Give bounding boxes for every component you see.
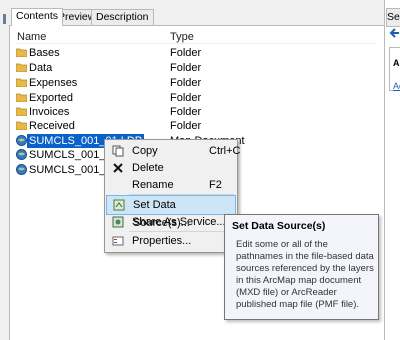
- item-type: Folder: [170, 92, 202, 104]
- properties-icon: [112, 236, 124, 246]
- list-item[interactable]: Data Folder: [16, 61, 376, 75]
- menu-item-properties[interactable]: Properties...: [106, 232, 236, 250]
- delete-icon: [113, 163, 123, 173]
- item-name: Exported: [29, 92, 74, 104]
- list-item[interactable]: Bases Folder: [16, 46, 376, 60]
- menu-shortcut: Ctrl+C: [209, 145, 241, 157]
- search-advanced-link[interactable]: Ad: [393, 81, 400, 91]
- column-header-name[interactable]: Name: [17, 31, 46, 43]
- tab-search[interactable]: Sea: [386, 8, 400, 27]
- list-item[interactable]: Exported Folder: [16, 91, 376, 105]
- tooltip-body: Edit some or all of the pathnames in the…: [236, 239, 374, 310]
- folder-icon: [16, 121, 27, 130]
- tab-contents[interactable]: Contents: [11, 8, 64, 26]
- folder-icon: [16, 93, 27, 102]
- column-header-type[interactable]: Type: [170, 31, 194, 43]
- context-menu: Copy Ctrl+C Delete Rename F2 Set Data So…: [104, 139, 240, 253]
- search-box-letter: A: [393, 58, 400, 68]
- menu-item-delete[interactable]: Delete: [106, 159, 236, 177]
- item-type: Folder: [170, 106, 202, 118]
- menu-label: Properties...: [132, 235, 192, 247]
- header-divider: [16, 43, 376, 44]
- item-type: Folder: [170, 62, 202, 74]
- menu-label: Delete: [132, 162, 164, 174]
- list-item[interactable]: Received Folder: [16, 119, 376, 133]
- menu-shortcut: F2: [209, 179, 222, 191]
- list-item[interactable]: Invoices Folder: [16, 105, 376, 119]
- left-panel-marker: [3, 14, 6, 24]
- set-data-source-icon: [113, 199, 125, 211]
- map-document-icon: [16, 149, 27, 160]
- folder-icon: [16, 107, 27, 116]
- item-type: Folder: [170, 47, 202, 59]
- item-name: Bases: [29, 47, 60, 59]
- item-name: Data: [29, 62, 53, 74]
- item-type: Folder: [170, 77, 202, 89]
- menu-item-set-data-source[interactable]: Set Data Source(s)...: [106, 195, 236, 229]
- menu-item-copy[interactable]: Copy Ctrl+C: [106, 142, 240, 160]
- tab-description[interactable]: Description: [91, 9, 154, 25]
- item-name: Expenses: [29, 77, 78, 89]
- back-arrow-icon[interactable]: [389, 27, 400, 39]
- item-name: Received: [29, 120, 75, 132]
- copy-icon: [112, 145, 124, 157]
- menu-label: Rename: [132, 179, 174, 191]
- map-document-icon: [16, 164, 27, 175]
- folder-icon: [16, 48, 27, 57]
- menu-label: Share As Service...: [132, 216, 226, 228]
- item-name: Invoices: [29, 106, 70, 118]
- list-item[interactable]: Expenses Folder: [16, 76, 376, 90]
- menu-label: Copy: [132, 145, 158, 157]
- tooltip: Set Data Source(s) Edit some or all of t…: [224, 214, 379, 320]
- item-type: Folder: [170, 120, 202, 132]
- menu-item-share-as-service[interactable]: Share As Service...: [106, 213, 236, 231]
- folder-icon: [16, 63, 27, 72]
- map-document-icon: [16, 135, 27, 146]
- menu-item-rename[interactable]: Rename F2: [106, 176, 236, 194]
- share-service-icon: [112, 216, 124, 228]
- folder-icon: [16, 78, 27, 87]
- tooltip-title: Set Data Source(s): [232, 220, 326, 232]
